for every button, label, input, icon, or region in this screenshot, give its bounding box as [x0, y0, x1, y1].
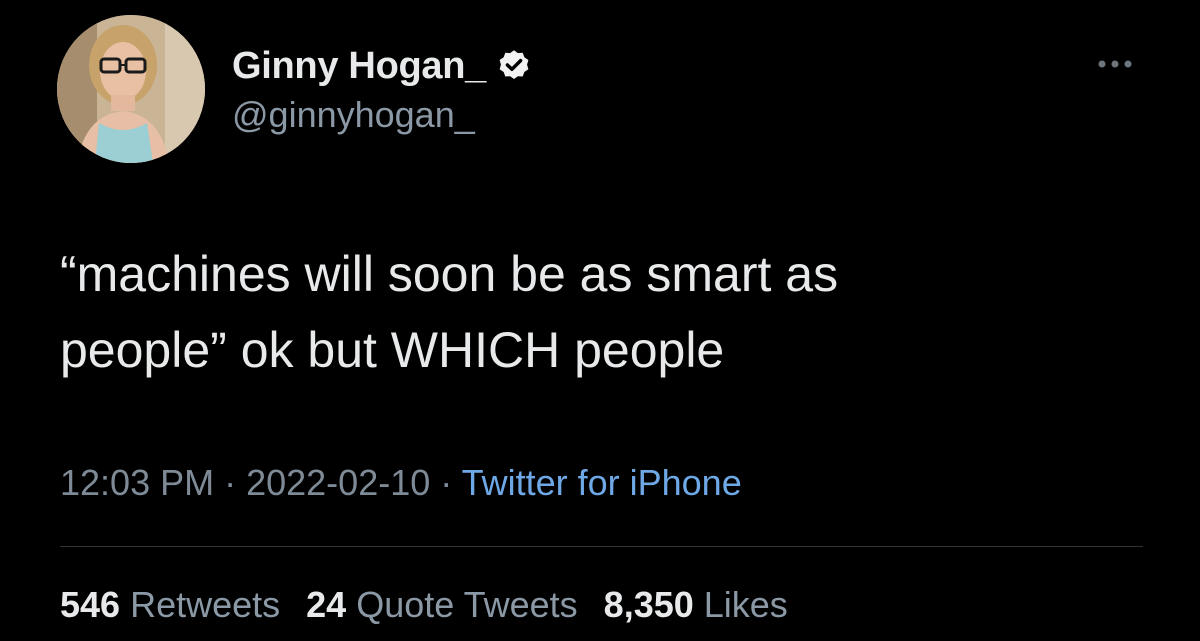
- author-info: Ginny Hogan_ @ginnyhogan_: [232, 44, 532, 136]
- divider: [60, 546, 1143, 547]
- tweet-source-link[interactable]: Twitter for iPhone: [462, 462, 742, 503]
- engagement-stats: 546 Retweets 24 Quote Tweets 8,350 Likes: [60, 584, 814, 626]
- tweet-time[interactable]: 12:03 PM: [60, 462, 214, 503]
- more-options-icon[interactable]: [1090, 52, 1140, 76]
- verified-badge-icon: [496, 48, 532, 84]
- retweets-stat[interactable]: 546 Retweets: [60, 584, 280, 626]
- tweet-text: “machines will soon be as smart as peopl…: [60, 246, 839, 378]
- meta-separator: ·: [214, 462, 247, 503]
- quote-tweets-label: Quote Tweets: [356, 584, 578, 625]
- quote-tweets-count: 24: [306, 584, 347, 625]
- retweets-label: Retweets: [130, 584, 281, 625]
- author-name-row: Ginny Hogan_: [232, 44, 532, 88]
- likes-count: 8,350: [603, 584, 694, 625]
- quote-tweets-stat[interactable]: 24 Quote Tweets: [306, 584, 578, 626]
- tweet-date[interactable]: 2022-02-10: [246, 462, 430, 503]
- meta-separator: ·: [430, 462, 462, 503]
- avatar-photo: [57, 15, 205, 163]
- author-handle[interactable]: @ginnyhogan_: [232, 94, 532, 136]
- avatar[interactable]: [57, 15, 205, 163]
- likes-stat[interactable]: 8,350 Likes: [604, 584, 788, 626]
- tweet-metadata: 12:03 PM · 2022-02-10 · Twitter for iPho…: [60, 462, 742, 504]
- likes-label: Likes: [703, 584, 788, 625]
- author-display-name[interactable]: Ginny Hogan_: [232, 45, 486, 88]
- tweet-card: Ginny Hogan_ @ginnyhogan_ “machines will…: [0, 0, 1200, 641]
- retweets-count: 546: [60, 584, 121, 625]
